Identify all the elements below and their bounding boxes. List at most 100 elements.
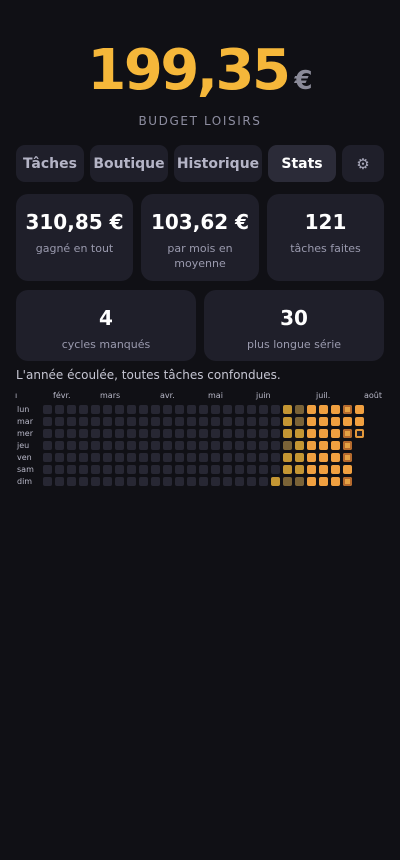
heatmap-cell: [91, 465, 100, 474]
heatmap-cell: [307, 453, 316, 462]
heatmap-cell: [163, 441, 172, 450]
heatmap-cell: [343, 477, 352, 486]
heatmap-cell: [67, 453, 76, 462]
month-label: ı: [15, 391, 18, 400]
stat-label: par mois en moyenne: [167, 242, 233, 270]
heatmap-cell: [115, 477, 124, 486]
heatmap-cell: [259, 441, 268, 450]
heatmap-cell: [103, 405, 112, 414]
heatmap-cell: [139, 441, 148, 450]
stat-card-earned: 310,85 € gagné en tout: [16, 194, 133, 281]
heatmap-cell: [307, 465, 316, 474]
heatmap-cell: [175, 405, 184, 414]
tab-taches[interactable]: Tâches: [16, 145, 84, 182]
day-label: mer: [17, 429, 34, 438]
stat-value: 4: [99, 306, 113, 330]
stat-label: plus longue série: [246, 338, 342, 351]
stat-card-missed: 4 cycles manqués: [16, 290, 196, 361]
heatmap-cell: [211, 417, 220, 426]
heatmap-cell: [163, 465, 172, 474]
heatmap-cell: [283, 453, 292, 462]
heatmap-cell: [223, 441, 232, 450]
heatmap-cell: [319, 417, 328, 426]
tab-stats[interactable]: Stats: [268, 145, 336, 182]
heatmap-cell: [187, 405, 196, 414]
heatmap-cell: [211, 429, 220, 438]
month-label: avr.: [160, 391, 175, 400]
heatmap-cell: [235, 465, 244, 474]
tab-boutique[interactable]: Boutique: [90, 145, 168, 182]
heatmap-cell: [139, 417, 148, 426]
heatmap-cell: [43, 453, 52, 462]
heatmap-cell: [343, 453, 352, 462]
heatmap-cell: [199, 429, 208, 438]
stat-card-tasks: 121 tâches faites: [267, 194, 384, 281]
heatmap-cell: [163, 417, 172, 426]
heatmap-cell: [127, 405, 136, 414]
day-label: lun: [17, 405, 30, 414]
heatmap-cell: [295, 417, 304, 426]
heatmap-cell: [223, 465, 232, 474]
heatmap-cell: [331, 429, 340, 438]
heatmap-cell: [295, 453, 304, 462]
day-label: dim: [17, 477, 33, 486]
month-label: juin: [256, 391, 271, 400]
heatmap-cell: [211, 477, 220, 486]
heatmap-cell: [55, 405, 64, 414]
heatmap-cell: [259, 405, 268, 414]
heatmap-cell: [175, 465, 184, 474]
heatmap-cell: [247, 453, 256, 462]
budget-amount: 199,35: [87, 38, 291, 103]
budget-currency: €: [294, 66, 313, 96]
heatmap-cell: [355, 405, 364, 414]
heatmap-cell: [223, 453, 232, 462]
stat-value: 103,62 €: [150, 210, 250, 234]
heatmap-cell: [115, 405, 124, 414]
stat-card-monthly: 103,62 € par mois en moyenne: [141, 194, 259, 281]
heatmap-cell: [91, 441, 100, 450]
heatmap-cell: [343, 417, 352, 426]
tab-historique[interactable]: Historique: [174, 145, 262, 182]
heatmap-cell: [127, 417, 136, 426]
heatmap-cell: [103, 465, 112, 474]
heatmap-cell: [127, 453, 136, 462]
heatmap-cell: [211, 405, 220, 414]
heatmap-cell: [115, 429, 124, 438]
heatmap-cell: [127, 441, 136, 450]
heatmap-cell: [259, 465, 268, 474]
month-label: août: [364, 391, 383, 400]
heatmap-cell: [319, 429, 328, 438]
heatmap-cell: [235, 453, 244, 462]
heatmap-cell: [103, 453, 112, 462]
heatmap-cell: [163, 477, 172, 486]
heatmap-cell: [295, 477, 304, 486]
heatmap-cell: [235, 405, 244, 414]
stat-label: tâches faites: [290, 242, 361, 255]
gear-icon[interactable]: ⚙: [342, 145, 384, 182]
heatmap-cell: [175, 477, 184, 486]
heatmap-cell: [115, 465, 124, 474]
heatmap-cell: [235, 417, 244, 426]
heatmap-cell: [43, 477, 52, 486]
heatmap-cell: [103, 441, 112, 450]
month-label: mai: [208, 391, 223, 400]
heatmap-cell: [187, 441, 196, 450]
heatmap-cell: [283, 477, 292, 486]
stat-card-streak: 30 plus longue série: [204, 290, 384, 361]
heatmap-cell: [139, 429, 148, 438]
heatmap-cell: [139, 465, 148, 474]
heatmap-cell: [163, 429, 172, 438]
heatmap-cell: [283, 465, 292, 474]
heatmap-cell: [127, 477, 136, 486]
heatmap-cell: [235, 477, 244, 486]
heatmap-cell: [55, 417, 64, 426]
heatmap-cell: [343, 405, 352, 414]
heatmap-cell: [271, 405, 280, 414]
heatmap-cell: [295, 429, 304, 438]
heatmap-cell: [319, 453, 328, 462]
heatmap-cell: [295, 441, 304, 450]
heatmap-cell: [163, 453, 172, 462]
heatmap-cell: [283, 417, 292, 426]
heatmap-cell: [55, 465, 64, 474]
heatmap-cell: [211, 453, 220, 462]
